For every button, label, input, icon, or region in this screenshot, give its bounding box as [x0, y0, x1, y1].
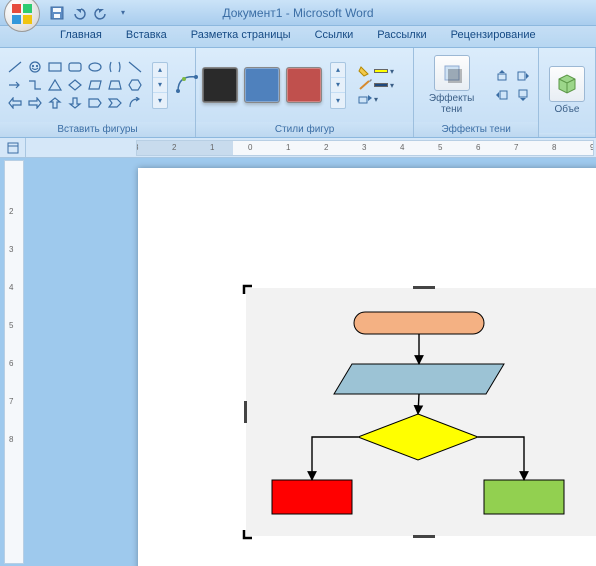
- flowchart-connector[interactable]: [478, 437, 524, 480]
- gallery-scroll-down-icon[interactable]: ▾: [153, 78, 167, 93]
- document-area: 2345678: [0, 158, 596, 566]
- ruler-corner-icon[interactable]: [0, 138, 26, 158]
- flowchart-svg: [246, 288, 596, 536]
- horizontal-ruler[interactable]: 3210123456789101112: [136, 140, 594, 156]
- group-shadow-effects: Эффекты тени Эффекты тени: [414, 48, 539, 137]
- shape-pentagon-arrow-icon[interactable]: [86, 95, 104, 111]
- ruler-bar: 3210123456789101112: [0, 138, 596, 158]
- shape-diamond-icon[interactable]: [66, 77, 84, 93]
- group-label-insert-shapes: Вставить фигуры: [0, 122, 195, 137]
- 3d-effects-button[interactable]: Объе: [545, 64, 589, 117]
- ribbon-tabs: Главная Вставка Разметка страницы Ссылки…: [0, 26, 596, 48]
- save-icon[interactable]: [48, 4, 66, 22]
- flowchart-parallelogram[interactable]: [334, 364, 504, 394]
- shape-brace-icon[interactable]: [106, 59, 124, 75]
- tab-layout[interactable]: Разметка страницы: [179, 26, 303, 47]
- shape-arrow-connector-icon[interactable]: [6, 77, 24, 93]
- ribbon: ▴ ▾ ▾ Вставить фигуры ▴ ▾ ▾ ▾ ▾ ▾: [0, 48, 596, 138]
- shapes-gallery[interactable]: [6, 59, 144, 111]
- gallery-scroll-up-icon[interactable]: ▴: [153, 63, 167, 78]
- tab-review[interactable]: Рецензирование: [439, 26, 548, 47]
- shadow-nudge-left-icon[interactable]: [493, 87, 511, 103]
- styles-expand-icon[interactable]: ▾: [331, 93, 345, 108]
- shadow-nudge-down-icon[interactable]: [514, 87, 532, 103]
- shape-ellipse-icon[interactable]: [86, 59, 104, 75]
- shape-diag-line-icon[interactable]: [126, 59, 144, 75]
- shape-arrowleft-icon[interactable]: [6, 95, 24, 111]
- shape-curved-arrow-icon[interactable]: [126, 95, 144, 111]
- shadow-effects-button[interactable]: Эффекты тени: [420, 53, 483, 117]
- styles-scroll-up-icon[interactable]: ▴: [331, 63, 345, 78]
- shape-triangle-icon[interactable]: [46, 77, 64, 93]
- change-shape-button[interactable]: ▾: [358, 93, 394, 105]
- flowchart-diamond[interactable]: [358, 414, 478, 460]
- styles-gallery-scroll: ▴ ▾ ▾: [330, 62, 346, 109]
- group-label-3d: [539, 133, 595, 137]
- shape-parallelogram-icon[interactable]: [86, 77, 104, 93]
- tab-mail[interactable]: Рассылки: [365, 26, 438, 47]
- shapes-gallery-scroll: ▴ ▾ ▾: [152, 62, 168, 109]
- undo-icon[interactable]: [70, 4, 88, 22]
- shape-arrowdown-icon[interactable]: [66, 95, 84, 111]
- titlebar: ▾ Документ1 - Microsoft Word: [0, 0, 596, 26]
- page-viewport[interactable]: [26, 158, 596, 566]
- flowchart-rect[interactable]: [484, 480, 564, 514]
- group-3d-effects: Объе: [539, 48, 596, 137]
- shape-outline-button[interactable]: ▾: [358, 79, 394, 91]
- shape-fill-button[interactable]: ▾: [358, 65, 394, 77]
- shadow-nudge-up-icon[interactable]: [493, 68, 511, 84]
- group-insert-shapes: ▴ ▾ ▾ Вставить фигуры: [0, 48, 196, 137]
- shape-rect-icon[interactable]: [46, 59, 64, 75]
- style-swatch-2[interactable]: [244, 67, 280, 103]
- flowchart-connector[interactable]: [418, 394, 419, 414]
- group-shape-styles: ▴ ▾ ▾ ▾ ▾ ▾ Стили фигур: [196, 48, 414, 137]
- group-label-shape-styles: Стили фигур: [196, 122, 413, 137]
- styles-scroll-down-icon[interactable]: ▾: [331, 78, 345, 93]
- shape-chevron-icon[interactable]: [106, 95, 124, 111]
- shape-arrowright-icon[interactable]: [26, 95, 44, 111]
- qat-dropdown-icon[interactable]: ▾: [114, 4, 132, 22]
- shape-smiley-icon[interactable]: [26, 59, 44, 75]
- flowchart-connector[interactable]: [312, 437, 358, 480]
- style-swatch-3[interactable]: [286, 67, 322, 103]
- gallery-expand-icon[interactable]: ▾: [153, 93, 167, 108]
- shape-roundrect-icon[interactable]: [66, 59, 84, 75]
- vertical-ruler[interactable]: 2345678: [4, 160, 24, 564]
- shape-elbow-icon[interactable]: [26, 77, 44, 93]
- quick-access-toolbar: ▾: [48, 4, 132, 22]
- redo-icon[interactable]: [92, 4, 110, 22]
- tab-insert[interactable]: Вставка: [114, 26, 179, 47]
- flowchart-rect[interactable]: [272, 480, 352, 514]
- flowchart-terminator[interactable]: [354, 312, 484, 334]
- style-swatch-1[interactable]: [202, 67, 238, 103]
- shape-hexagon-icon[interactable]: [126, 77, 144, 93]
- tab-refs[interactable]: Ссылки: [303, 26, 366, 47]
- tab-home[interactable]: Главная: [48, 26, 114, 47]
- drawing-canvas[interactable]: [246, 288, 596, 536]
- group-label-shadow-effects: Эффекты тени: [414, 122, 538, 137]
- shadow-nudge-right-icon[interactable]: [514, 68, 532, 84]
- shape-trapezoid-icon[interactable]: [106, 77, 124, 93]
- shape-line-icon[interactable]: [6, 59, 24, 75]
- shape-arrowup-icon[interactable]: [46, 95, 64, 111]
- office-button[interactable]: [4, 0, 40, 32]
